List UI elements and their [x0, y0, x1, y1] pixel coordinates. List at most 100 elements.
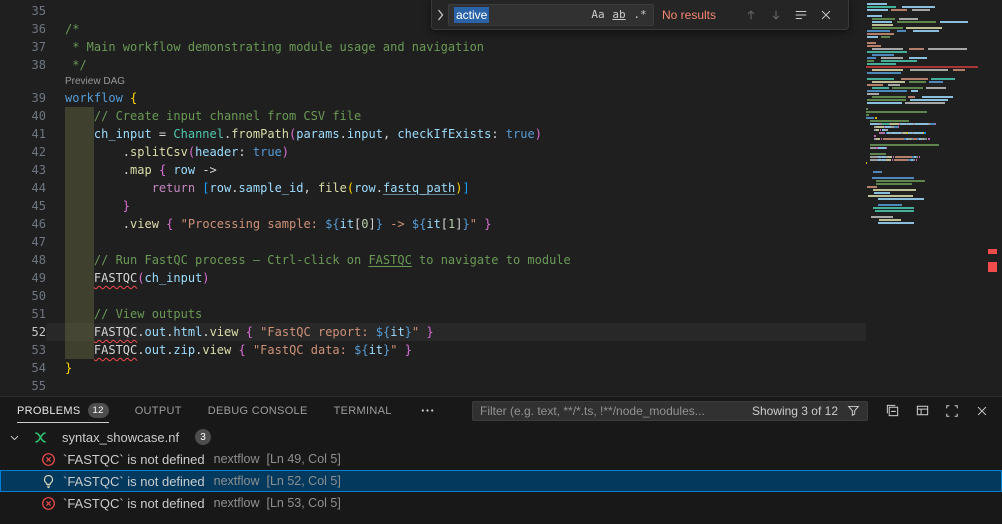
- code-line-45[interactable]: 45 }: [0, 197, 866, 215]
- line-number: 49: [0, 269, 46, 287]
- find-input[interactable]: active Aa ab .*: [448, 4, 654, 26]
- problems-filter-box: Showing 3 of 12: [472, 401, 868, 421]
- nextflow-file-icon: [33, 430, 49, 445]
- close-find-icon[interactable]: [815, 4, 837, 26]
- code-line-52[interactable]: 52 FASTQC.out.html.view { "FastQC report…: [0, 323, 866, 341]
- tab-problems[interactable]: PROBLEMS 12: [17, 397, 109, 424]
- error-mark: [988, 249, 997, 254]
- maximize-panel-icon[interactable]: [942, 401, 962, 421]
- code-line-51[interactable]: 51 // View outputs: [0, 305, 866, 323]
- line-number: 46: [0, 215, 46, 233]
- lightbulb-icon: [41, 474, 57, 489]
- line-number: 41: [0, 125, 46, 143]
- code-line-44[interactable]: 44 return [row.sample_id, file(row.fastq…: [0, 179, 866, 197]
- code-line-54[interactable]: 54}: [0, 359, 866, 377]
- line-number: 43: [0, 161, 46, 179]
- next-match-icon[interactable]: [765, 4, 787, 26]
- close-panel-icon[interactable]: [972, 401, 992, 421]
- line-number: 44: [0, 179, 46, 197]
- whole-word-icon[interactable]: ab: [609, 5, 629, 25]
- code-line-47[interactable]: 47: [0, 233, 866, 251]
- overview-ruler: [984, 0, 1002, 396]
- code-line-50[interactable]: 50: [0, 287, 866, 305]
- error-icon: [41, 452, 57, 467]
- filter-icon[interactable]: [843, 401, 863, 421]
- problem-source: nextflow: [214, 452, 260, 466]
- find-in-selection-icon[interactable]: [790, 4, 812, 26]
- find-query-text: active: [454, 7, 489, 23]
- codelens-preview-dag[interactable]: Preview DAG: [65, 74, 125, 89]
- line-number: 35: [0, 2, 46, 20]
- code-line-38[interactable]: 38 */: [0, 56, 866, 74]
- code-line-41[interactable]: 41 ch_input = Channel.fromPath(params.in…: [0, 125, 866, 143]
- file-error-count-badge: 3: [195, 429, 211, 445]
- error-mark: [988, 262, 997, 272]
- line-number: 42: [0, 143, 46, 161]
- problems-tree: syntax_showcase.nf 3 `FASTQC` is not def…: [0, 424, 1002, 514]
- code-line-40[interactable]: 40 // Create input channel from CSV file: [0, 107, 866, 125]
- problem-row[interactable]: `FASTQC` is not defined nextflow [Ln 53, C…: [0, 492, 1002, 514]
- code-line-49[interactable]: 49 FASTQC(ch_input): [0, 269, 866, 287]
- collapse-all-icon[interactable]: [882, 401, 902, 421]
- match-case-icon[interactable]: Aa: [588, 5, 608, 25]
- minimap-content: [866, 0, 984, 236]
- line-number: 38: [0, 56, 46, 74]
- line-number: 55: [0, 377, 46, 395]
- find-buttons: [740, 4, 837, 26]
- problems-count-badge: 12: [88, 403, 109, 418]
- code-line-55[interactable]: 55: [0, 377, 866, 395]
- panel-tab-bar: PROBLEMS 12 OUTPUT DEBUG CONSOLE TERMINA…: [0, 397, 1002, 424]
- file-name: syntax_showcase.nf: [62, 430, 179, 445]
- filter-input[interactable]: [480, 404, 744, 418]
- tab-terminal[interactable]: TERMINAL: [334, 397, 392, 424]
- code-editor[interactable]: 3536/*37 * Main workflow demonstrating m…: [0, 0, 1002, 396]
- code-line-37[interactable]: 37 * Main workflow demonstrating module …: [0, 38, 866, 56]
- problems-list: `FASTQC` is not defined nextflow [Ln 49, C…: [0, 448, 1002, 514]
- problem-row[interactable]: `FASTQC` is not definednextflow[Ln 52, C…: [0, 470, 1002, 492]
- tab-debug-console-label: DEBUG CONSOLE: [208, 405, 308, 417]
- tab-output[interactable]: OUTPUT: [135, 397, 182, 424]
- problem-location: [Ln 52, Col 5]: [266, 474, 340, 488]
- line-number: 53: [0, 341, 46, 359]
- previous-match-icon[interactable]: [740, 4, 762, 26]
- minimap[interactable]: [866, 0, 984, 396]
- line-number: 40: [0, 107, 46, 125]
- filter-result-count: Showing 3 of 12: [752, 404, 838, 418]
- problem-location: [Ln 53, Col 5]: [266, 496, 340, 510]
- code-line-42[interactable]: 42 .splitCsv(header: true): [0, 143, 866, 161]
- code-line-53[interactable]: 53 FASTQC.out.zip.view { "FastQC data: $…: [0, 341, 866, 359]
- code-line-39[interactable]: 39workflow {: [0, 89, 866, 107]
- line-number: 50: [0, 287, 46, 305]
- line-number: 37: [0, 38, 46, 56]
- problem-message: `FASTQC` is not defined: [63, 474, 205, 489]
- find-flags: Aa ab .*: [588, 5, 650, 25]
- toggle-replace-chevron-icon[interactable]: [432, 0, 448, 29]
- tab-terminal-label: TERMINAL: [334, 405, 392, 417]
- error-icon: [41, 496, 57, 511]
- chevron-down-icon: [9, 430, 23, 445]
- code-line-46[interactable]: 46 .view { "Processing sample: ${it[0]} …: [0, 215, 866, 233]
- regex-icon[interactable]: .*: [630, 5, 650, 25]
- problems-file-group[interactable]: syntax_showcase.nf 3: [0, 426, 1002, 448]
- problem-message: `FASTQC` is not defined: [63, 496, 205, 511]
- vscode-window: 3536/*37 * Main workflow demonstrating m…: [0, 0, 1002, 524]
- line-number: 36: [0, 20, 46, 38]
- problem-source: nextflow: [214, 496, 260, 510]
- line-number: 54: [0, 359, 46, 377]
- more-tabs-icon[interactable]: [418, 403, 438, 418]
- bottom-panel: PROBLEMS 12 OUTPUT DEBUG CONSOLE TERMINA…: [0, 396, 1002, 524]
- problem-location: [Ln 49, Col 5]: [266, 452, 340, 466]
- tab-debug-console[interactable]: DEBUG CONSOLE: [208, 397, 308, 424]
- view-as-table-icon[interactable]: [912, 401, 932, 421]
- code-line-43[interactable]: 43 .map { row ->: [0, 161, 866, 179]
- tab-problems-label: PROBLEMS: [17, 405, 81, 417]
- line-number: 45: [0, 197, 46, 215]
- code-line-48[interactable]: 48 // Run FastQC process – Ctrl-click on…: [0, 251, 866, 269]
- line-number: 47: [0, 233, 46, 251]
- panel-actions: [882, 401, 992, 421]
- problem-message: `FASTQC` is not defined: [63, 452, 205, 467]
- problem-row[interactable]: `FASTQC` is not defined nextflow [Ln 49, C…: [0, 448, 1002, 470]
- find-widget: active Aa ab .* No results: [431, 0, 849, 30]
- line-number: 51: [0, 305, 46, 323]
- find-results-label: No results: [662, 8, 732, 22]
